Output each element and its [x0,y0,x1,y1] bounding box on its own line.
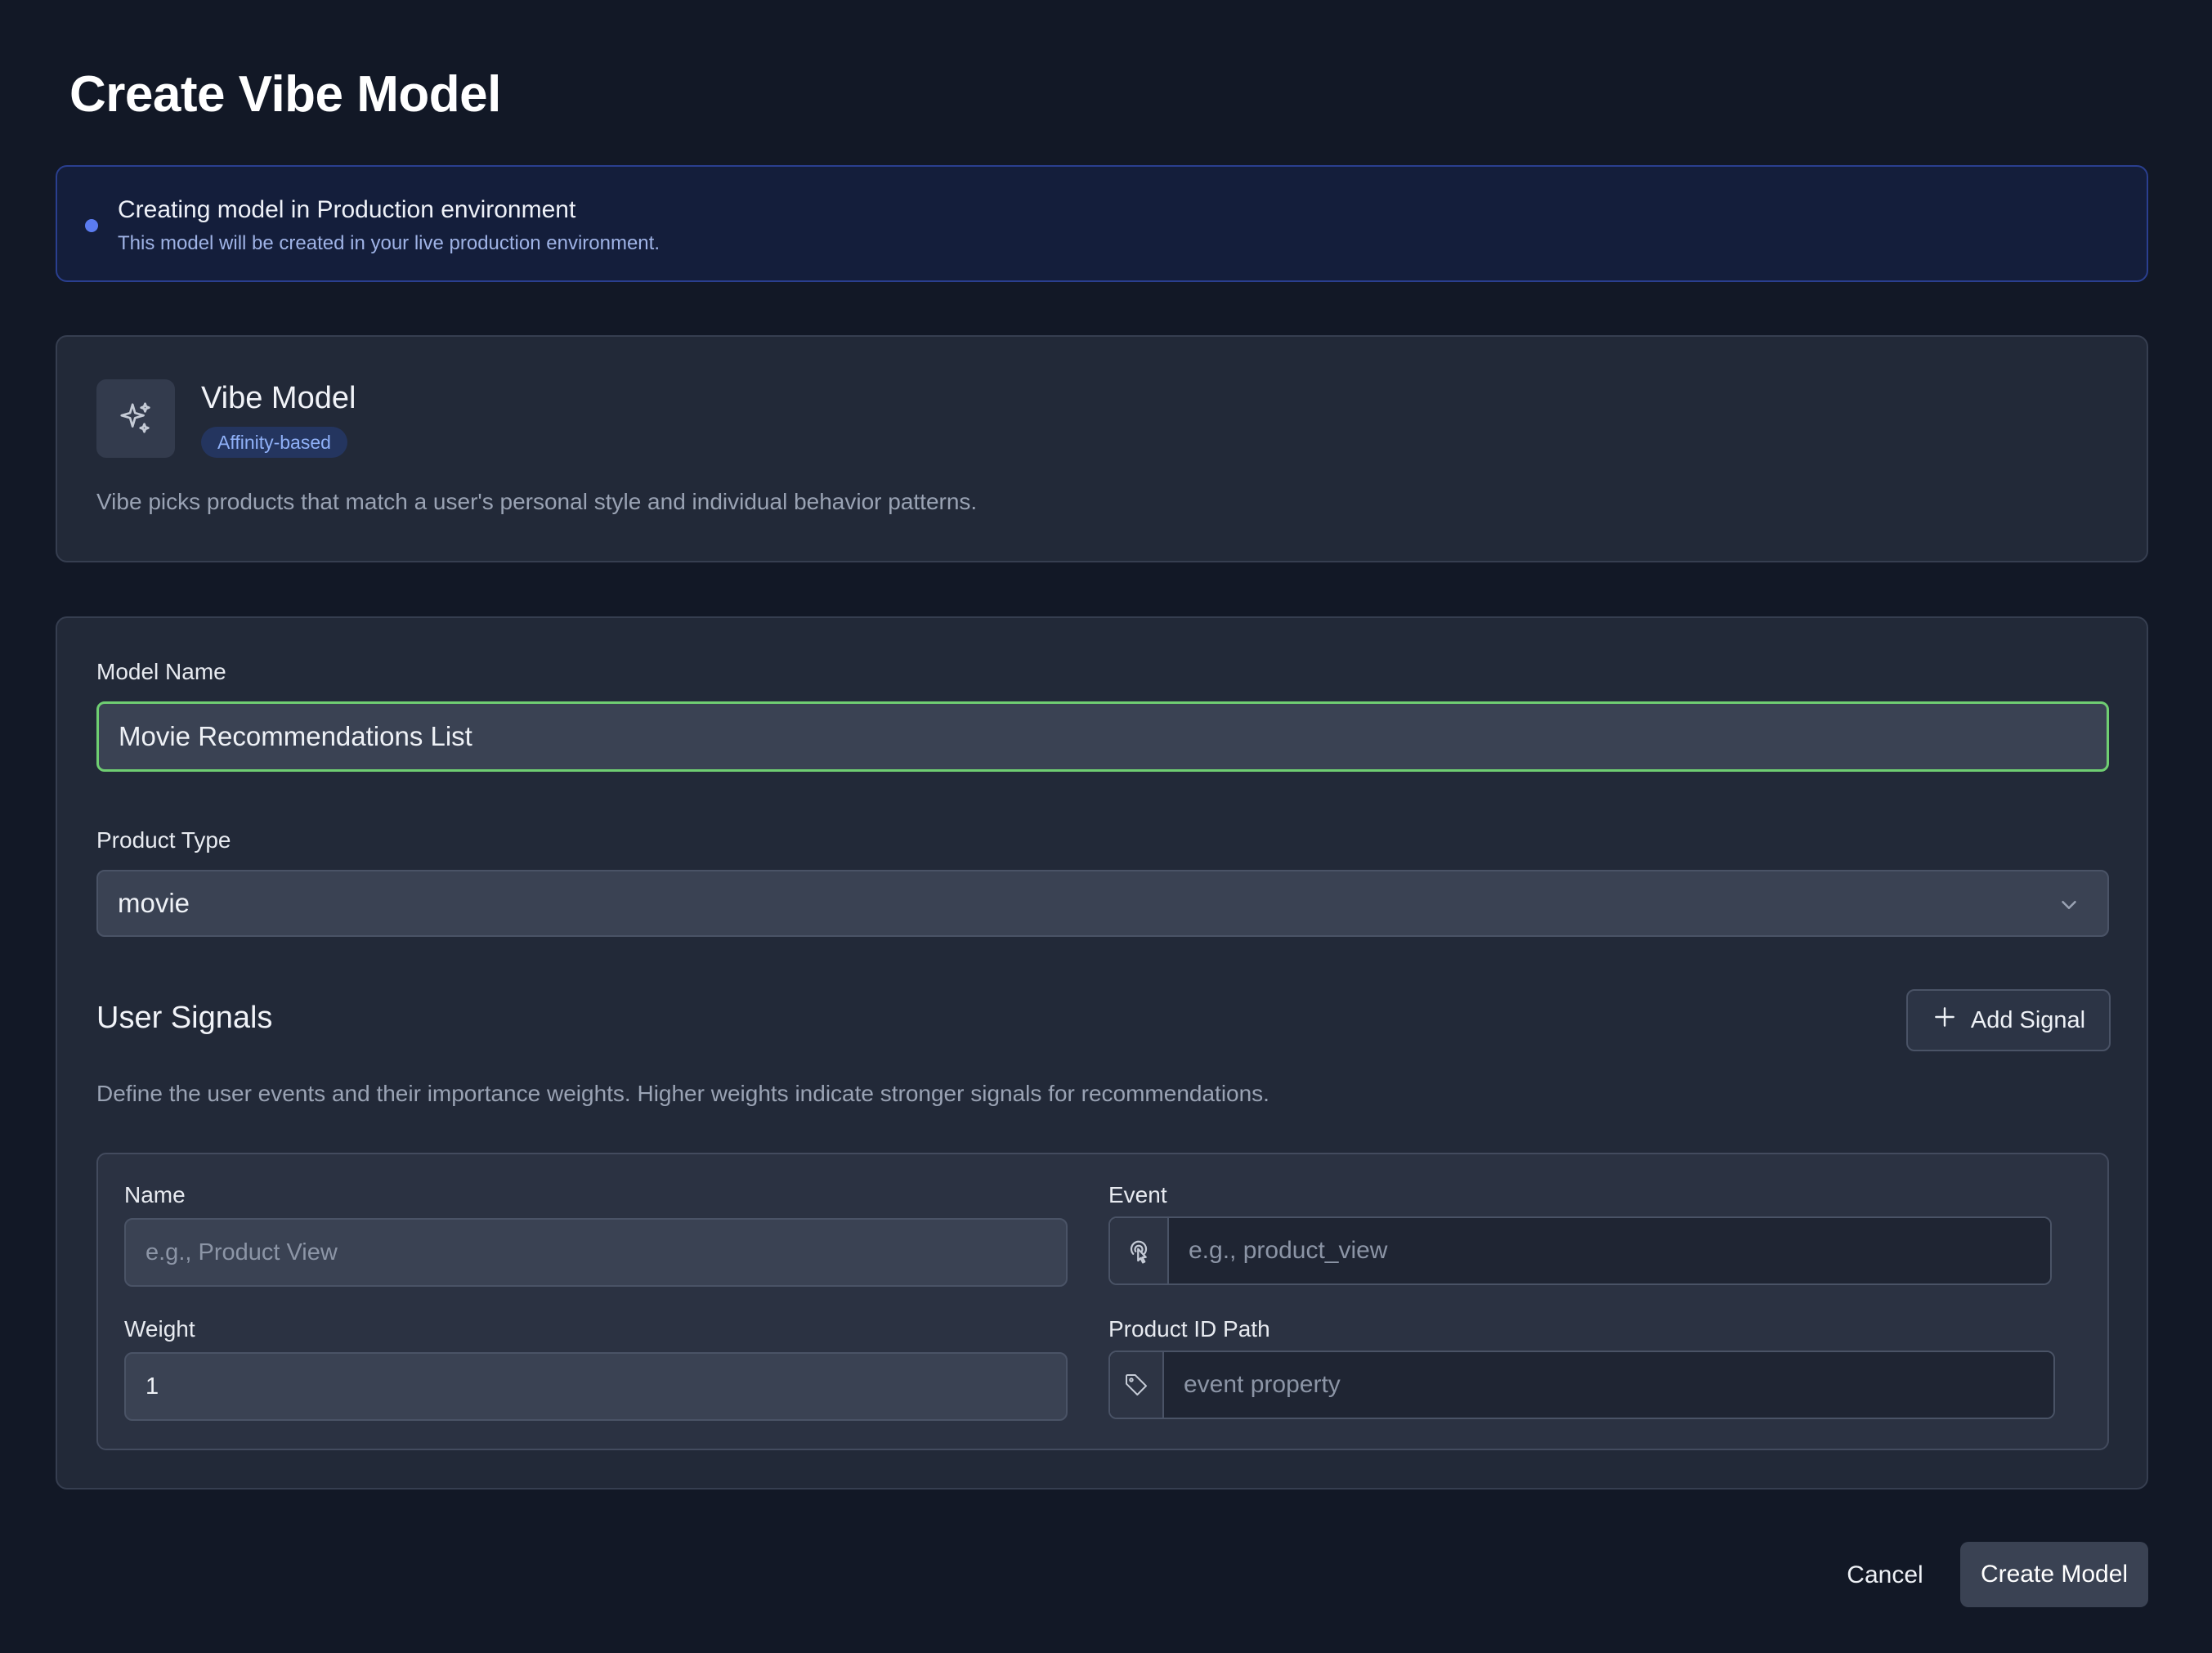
model-type-name: Vibe Model [201,381,356,415]
model-name-input[interactable] [96,701,2109,772]
user-signals-title: User Signals [96,1001,273,1035]
signal-event-label: Event [1108,1182,1167,1207]
environment-banner: Creating model in Production environment… [56,165,2148,282]
plus-icon [1932,1004,1958,1037]
model-type-badge: Affinity-based [201,427,347,458]
add-signal-label: Add Signal [1970,1006,2086,1033]
model-form-card: Model Name Product Type movie User Signa… [56,616,2148,1489]
environment-subtitle: This model will be created in your live … [118,232,660,254]
environment-title: Creating model in Production environment [118,196,576,223]
sparkles-icon [96,379,175,458]
signal-weight-input[interactable] [124,1352,1068,1421]
model-info-card: Vibe Model Affinity-based Vibe picks pro… [56,335,2148,562]
pointer-click-icon [1110,1218,1169,1283]
page-title: Create Vibe Model [69,66,501,123]
product-type-value: movie [118,888,190,918]
chevron-down-icon [2057,893,2081,921]
signal-event-input[interactable] [1169,1218,2050,1283]
signal-event-field [1108,1216,2052,1285]
product-type-select[interactable]: movie [96,870,2109,937]
model-description: Vibe picks products that match a user's … [96,489,978,514]
tag-icon [1110,1352,1164,1418]
status-dot-icon [85,219,98,232]
user-signals-description: Define the user events and their importa… [96,1081,1269,1106]
product-id-path-input[interactable] [1164,1352,2053,1418]
signal-name-input[interactable] [124,1218,1068,1287]
signal-name-label: Name [124,1182,186,1207]
signal-weight-label: Weight [124,1316,195,1342]
create-model-page: Create Vibe Model Creating model in Prod… [0,0,2212,1653]
product-id-path-label: Product ID Path [1108,1316,1270,1342]
create-model-button[interactable]: Create Model [1960,1542,2148,1607]
model-name-label: Model Name [96,659,226,684]
add-signal-button[interactable]: Add Signal [1906,989,2111,1051]
cancel-button[interactable]: Cancel [1836,1543,1934,1607]
product-type-label: Product Type [96,827,231,853]
product-id-path-field [1108,1351,2055,1419]
signal-row: Name Event Weight Product ID Path [96,1153,2109,1450]
